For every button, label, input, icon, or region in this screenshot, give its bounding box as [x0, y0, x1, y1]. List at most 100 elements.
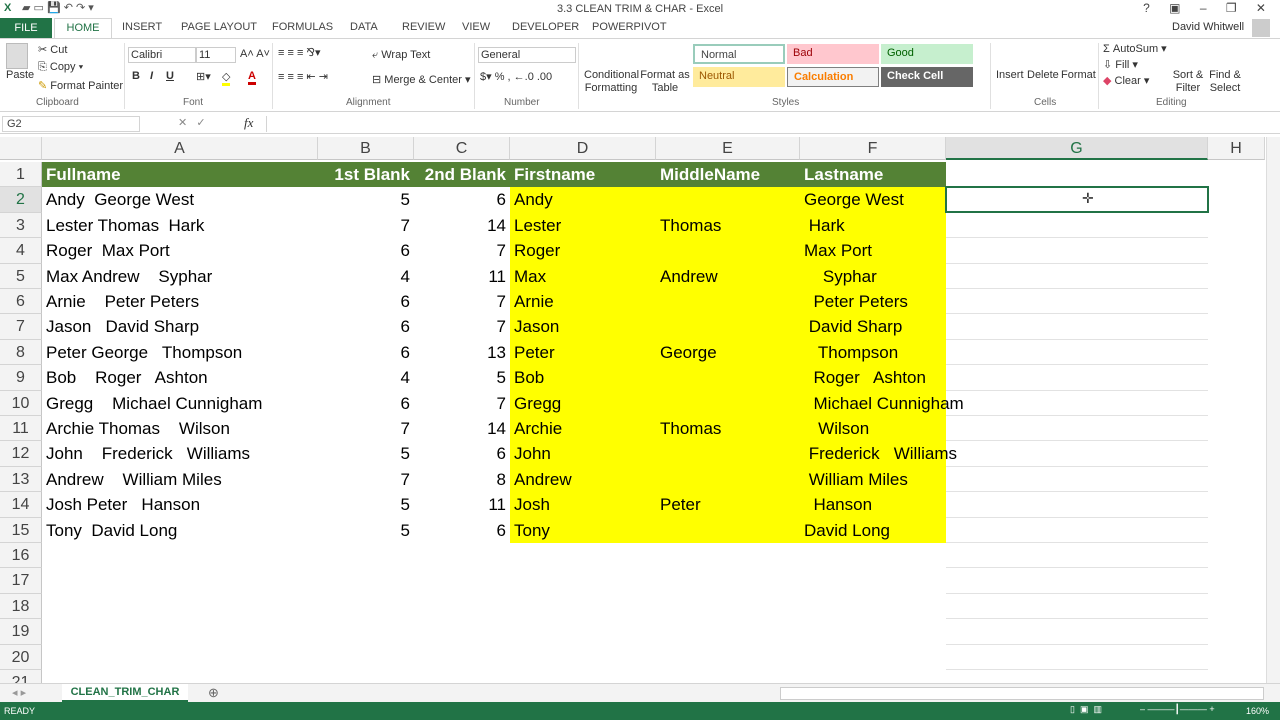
autosum-button[interactable]: Σ AutoSum ▾ [1103, 42, 1167, 55]
style-good[interactable]: Good [881, 44, 973, 64]
cell-f2[interactable]: George West [800, 187, 908, 212]
cell-c5[interactable]: 11 [414, 264, 510, 289]
row-header-5[interactable]: 5 [0, 263, 42, 289]
cell-b14[interactable]: 5 [318, 492, 414, 517]
underline-button[interactable]: U [166, 70, 174, 82]
cell-f9[interactable]: Roger Ashton [800, 365, 930, 390]
cell-d7[interactable]: Jason [510, 314, 563, 339]
header-cell-1[interactable]: 1st Blank [318, 162, 414, 187]
cell-a7[interactable]: Jason David Sharp [42, 314, 203, 339]
cell-d4[interactable]: Roger [510, 238, 564, 263]
row-header-10[interactable]: 10 [0, 390, 42, 416]
row-header-14[interactable]: 14 [0, 492, 42, 518]
cell-e10[interactable] [656, 391, 664, 416]
cell-a13[interactable]: Andrew William Miles [42, 467, 226, 492]
cell-b13[interactable]: 7 [318, 467, 414, 492]
cell-b7[interactable]: 6 [318, 314, 414, 339]
cell-e5[interactable]: Andrew [656, 264, 722, 289]
cell-b8[interactable]: 6 [318, 340, 414, 365]
insert-cells-button[interactable]: Insert [996, 69, 1024, 81]
zoom-slider[interactable]: – ———┃——— + [1140, 704, 1215, 715]
cell-c12[interactable]: 6 [414, 441, 510, 466]
row-header-11[interactable]: 11 [0, 416, 42, 442]
cell-c3[interactable]: 14 [414, 213, 510, 238]
style-neutral[interactable]: Neutral [693, 67, 785, 87]
cell-b9[interactable]: 4 [318, 365, 414, 390]
view-buttons[interactable]: ▯ ▣ ▥ [1070, 704, 1102, 715]
tab-data[interactable]: DATA [350, 20, 378, 34]
row-header-3[interactable]: 3 [0, 212, 42, 239]
cell-e14[interactable]: Peter [656, 492, 705, 517]
vertical-scrollbar[interactable] [1266, 137, 1280, 683]
cell-b2[interactable]: 5 [318, 187, 414, 212]
row-header-15[interactable]: 15 [0, 517, 42, 543]
header-cell-2[interactable]: 2nd Blank [414, 162, 510, 187]
fx-button[interactable]: fx [244, 115, 253, 131]
fill-color-icon[interactable]: ◇ [222, 70, 231, 86]
column-header-d[interactable]: D [510, 137, 656, 160]
style-check-cell[interactable]: Check Cell [881, 67, 973, 87]
name-box[interactable]: G2 [2, 116, 140, 132]
format-as-table-button[interactable]: Format as Table [640, 69, 690, 95]
paste-button[interactable]: Paste [6, 69, 34, 81]
currency-percent-comma[interactable]: $▾ % , ←.0 .00 [480, 70, 552, 83]
cell-c14[interactable]: 11 [414, 492, 510, 517]
cell-a5[interactable]: Max Andrew Syphar [42, 264, 216, 289]
cell-f14[interactable]: Hanson [800, 492, 876, 517]
borders-icon[interactable]: ⊞▾ [196, 70, 211, 83]
tab-file[interactable]: FILE [0, 18, 52, 38]
grow-shrink-font[interactable]: A˄ A˅ [240, 48, 270, 60]
tab-powerpivot[interactable]: POWERPIVOT [592, 20, 667, 34]
row-header-8[interactable]: 8 [0, 339, 42, 366]
tab-review[interactable]: REVIEW [402, 20, 445, 34]
cell-e13[interactable] [656, 467, 664, 492]
cell-d15[interactable]: Tony [510, 518, 554, 543]
cell-e12[interactable] [656, 441, 664, 466]
cell-c4[interactable]: 7 [414, 238, 510, 263]
row-header-4[interactable]: 4 [0, 238, 42, 264]
cell-a3[interactable]: Lester Thomas Hark [42, 213, 208, 238]
row-header-19[interactable]: 19 [0, 619, 42, 645]
paste-icon[interactable] [6, 43, 28, 69]
cell-f6[interactable]: Peter Peters [800, 289, 912, 314]
formula-input[interactable] [266, 116, 1262, 132]
cell-c10[interactable]: 7 [414, 391, 510, 416]
cell-d12[interactable]: John [510, 441, 555, 466]
column-header-c[interactable]: C [414, 137, 510, 160]
cell-f11[interactable]: Wilson [800, 416, 873, 441]
italic-button[interactable]: I [150, 70, 153, 82]
cell-b6[interactable]: 6 [318, 289, 414, 314]
window-controls[interactable]: ? ▣ – ❐ ✕ [1143, 1, 1274, 15]
row-header-9[interactable]: 9 [0, 365, 42, 391]
cell-e3[interactable]: Thomas [656, 213, 725, 238]
row-header-16[interactable]: 16 [0, 543, 42, 569]
zoom-level[interactable]: 160% [1246, 706, 1269, 716]
selected-cell-g2[interactable] [945, 186, 1209, 213]
row-header-17[interactable]: 17 [0, 568, 42, 594]
cell-b11[interactable]: 7 [318, 416, 414, 441]
column-header-b[interactable]: B [318, 137, 414, 160]
cell-d10[interactable]: Gregg [510, 391, 565, 416]
cell-d8[interactable]: Peter [510, 340, 559, 365]
cell-e9[interactable] [656, 365, 664, 390]
cell-c2[interactable]: 6 [414, 187, 510, 212]
cell-a15[interactable]: Tony David Long [42, 518, 181, 543]
new-sheet-icon[interactable]: ⊕ [208, 685, 219, 701]
cell-a11[interactable]: Archie Thomas Wilson [42, 416, 234, 441]
tab-developer[interactable]: DEVELOPER [512, 20, 579, 34]
row-header-2[interactable]: 2 [0, 187, 42, 213]
find-select-button[interactable]: Find & Select [1206, 69, 1244, 95]
cell-e6[interactable] [656, 289, 664, 314]
cell-c13[interactable]: 8 [414, 467, 510, 492]
horizontal-scrollbar[interactable] [780, 687, 1264, 700]
column-header-a[interactable]: A [42, 137, 318, 160]
cell-f10[interactable]: Michael Cunnigham [800, 391, 968, 416]
header-cell-4[interactable]: MiddleName [656, 162, 800, 187]
tab-view[interactable]: VIEW [462, 20, 490, 34]
copy-button[interactable]: ⎘ Copy ▾ [38, 61, 83, 74]
cell-f7[interactable]: David Sharp [800, 314, 906, 339]
font-size-select[interactable]: 11 [196, 47, 236, 63]
row-header-12[interactable]: 12 [0, 441, 42, 467]
cell-d5[interactable]: Max [510, 264, 550, 289]
font-color-icon[interactable]: A [248, 70, 256, 85]
